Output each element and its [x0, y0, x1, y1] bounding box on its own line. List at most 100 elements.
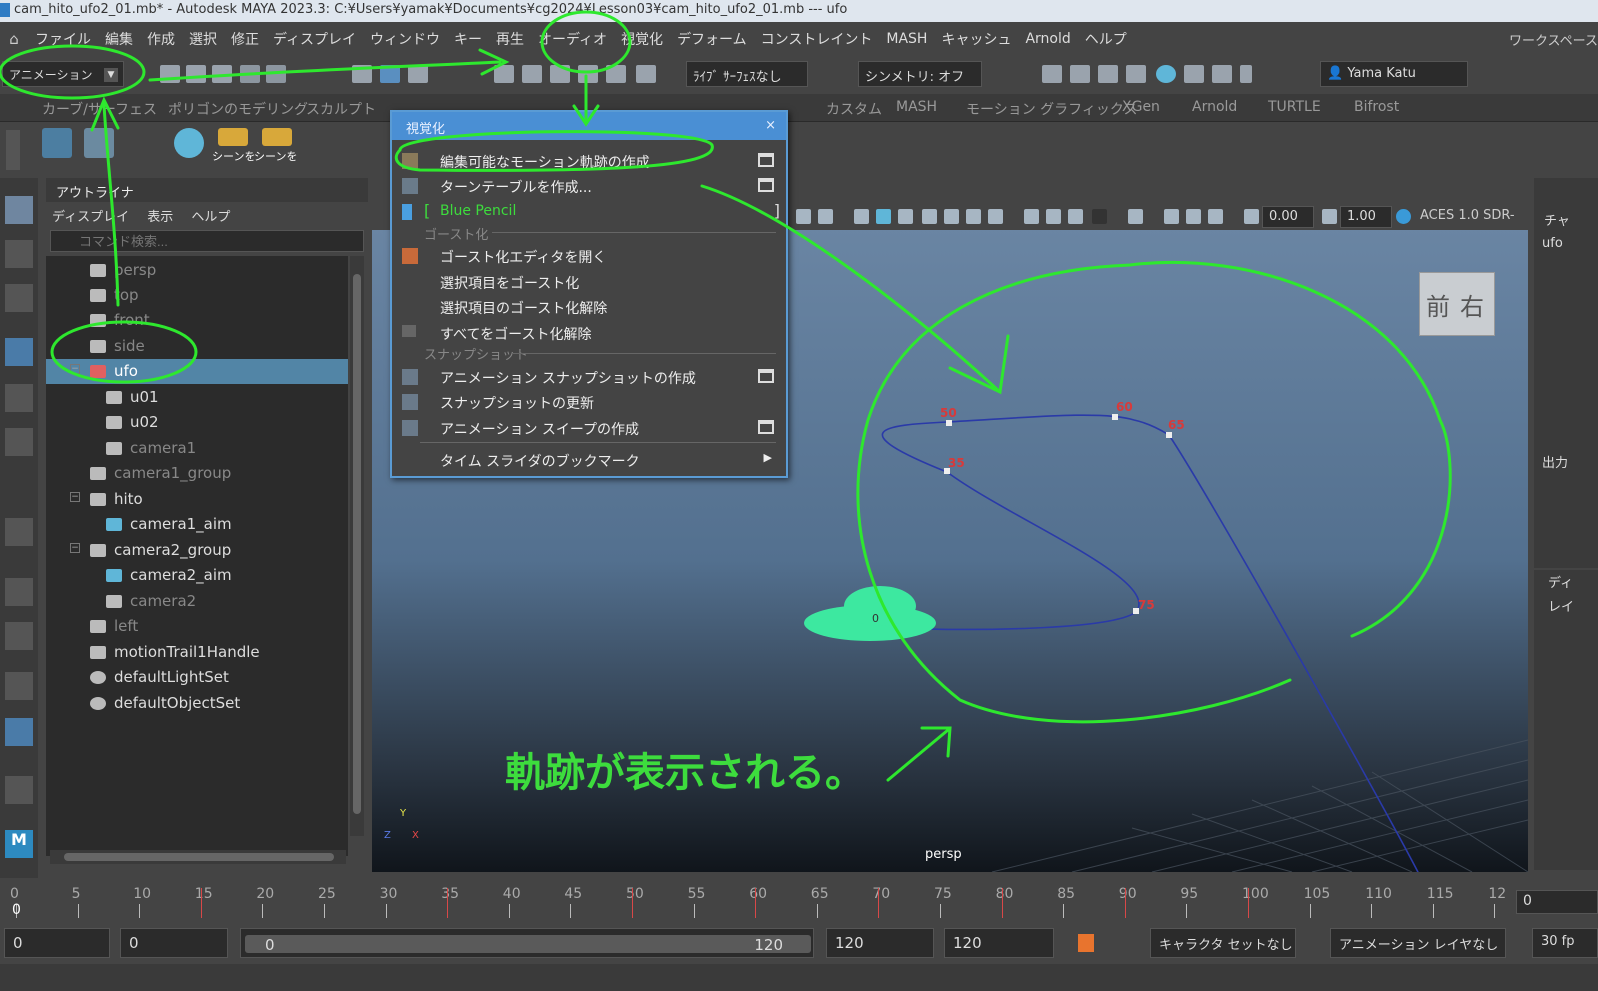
save-scene-icon[interactable] — [212, 65, 232, 83]
outliner-menu-help[interactable]: ヘルプ — [191, 210, 230, 225]
shelf-tab[interactable]: Arnold — [1192, 99, 1237, 115]
open-scene-icon[interactable] — [186, 65, 206, 83]
bookmark-icon[interactable] — [1078, 934, 1094, 952]
graph-editor-icon[interactable] — [42, 128, 72, 158]
workspace-label[interactable]: ワークスペース — [1509, 30, 1598, 49]
list-item[interactable]: defaultLightSet — [46, 665, 348, 690]
menu-file[interactable]: ファイル — [28, 29, 98, 49]
animation-start-field[interactable]: 0 — [4, 928, 110, 958]
list-item[interactable]: defaultObjectSet — [46, 691, 348, 716]
menu-item-create-anim-sweep[interactable]: アニメーション スイープの作成 — [392, 415, 786, 440]
shelf-tab[interactable]: スカルプト — [306, 99, 376, 119]
outliner-menu-show[interactable]: 表示 — [147, 210, 173, 225]
list-item[interactable]: camera1_group — [46, 461, 348, 486]
menu-help[interactable]: ヘルプ — [1078, 29, 1134, 49]
redo-icon[interactable] — [266, 65, 286, 83]
current-frame-marker[interactable]: 0 — [12, 902, 21, 918]
outliner-horizontal-scrollbar[interactable] — [50, 850, 346, 864]
menu-item-blue-pencil[interactable]: [ Blue Pencil ] — [392, 199, 786, 224]
symmetry-field[interactable]: シンメトリ: オフ — [858, 61, 982, 87]
shelf-tab[interactable]: MASH — [896, 99, 937, 115]
animation-end-field[interactable]: 120 — [944, 928, 1054, 958]
folder-icon[interactable] — [262, 128, 292, 146]
shelf-settings-icon[interactable] — [6, 130, 20, 170]
outliner-layout-icon[interactable] — [5, 718, 33, 746]
four-view-icon[interactable] — [5, 622, 33, 650]
list-item[interactable]: motionTrail1Handle — [46, 640, 348, 665]
new-scene-icon[interactable] — [160, 65, 180, 83]
menu-windows[interactable]: ウィンドウ — [363, 29, 447, 49]
snap-surface-icon[interactable] — [606, 65, 626, 83]
search-icon[interactable] — [5, 776, 33, 804]
folder-icon[interactable] — [218, 128, 248, 146]
character-set-dropdown[interactable]: キャラクタ セットなし — [1150, 928, 1296, 958]
list-item[interactable]: − hito — [46, 487, 348, 512]
shelf-tab[interactable]: XGen — [1122, 99, 1160, 115]
playback-start-field[interactable]: 0 — [120, 928, 228, 958]
menu-item-create-turntable[interactable]: ターンテーブルを作成... — [392, 173, 786, 198]
arnold-render-icon[interactable] — [1184, 65, 1204, 83]
outliner-menu-display[interactable]: ディスプレイ — [52, 210, 129, 225]
trail-key-point[interactable] — [946, 420, 952, 426]
menu-deform[interactable]: デフォーム — [670, 29, 754, 49]
collapse-icon[interactable]: − — [70, 492, 80, 502]
hypershade-icon[interactable] — [1156, 65, 1176, 83]
list-item-selected[interactable]: − ufo — [46, 359, 348, 384]
trail-key-point[interactable] — [944, 468, 950, 474]
menu-mash[interactable]: MASH — [879, 31, 934, 47]
menu-item-create-motion-trail[interactable]: 編集可能なモーション軌跡の作成 — [392, 148, 786, 173]
menu-playback[interactable]: 再生 — [489, 29, 531, 49]
menu-item-unghost-selected[interactable]: 選択項目のゴースト化解除 — [392, 294, 786, 319]
collapse-icon[interactable]: − — [70, 543, 80, 553]
menu-display[interactable]: ディスプレイ — [266, 29, 363, 49]
trail-key-point[interactable] — [1166, 432, 1172, 438]
outliner-vertical-scrollbar[interactable] — [350, 256, 364, 836]
shelf-tab-custom[interactable]: カスタム — [826, 99, 882, 119]
outliner-search-input[interactable] — [50, 230, 364, 252]
lasso-tool-icon[interactable] — [5, 240, 33, 268]
menu-cache[interactable]: キャッシュ — [934, 29, 1018, 49]
layout-icon[interactable] — [5, 518, 33, 546]
live-surface-field[interactable]: ﾗｲﾌﾞ ｻｰﾌｪｽなし — [686, 61, 808, 87]
list-item[interactable]: − camera2_group — [46, 538, 348, 563]
range-slider-bar-fill[interactable] — [245, 935, 811, 953]
single-view-icon[interactable] — [5, 578, 33, 606]
select-hierarchy-icon[interactable] — [352, 65, 372, 83]
list-item[interactable]: camera1 — [46, 436, 348, 461]
option-box-icon[interactable] — [758, 178, 774, 192]
menu-item-update-snapshot[interactable]: スナップショットの更新 — [392, 389, 786, 414]
menu-item-ghost-selected[interactable]: 選択項目をゴースト化 — [392, 269, 786, 294]
list-item[interactable]: front — [46, 308, 348, 333]
user-account-dropdown[interactable]: 👤 Yama Katu — [1320, 61, 1468, 87]
select-tool-icon[interactable] — [5, 196, 33, 224]
shelf-tab[interactable]: カーブ/サーフェス — [42, 99, 157, 119]
menu-item-create-anim-snapshot[interactable]: アニメーション スナップショットの作成 — [392, 364, 786, 389]
list-item[interactable]: camera1_aim — [46, 512, 348, 537]
option-box-icon[interactable] — [758, 153, 774, 167]
render-view-icon[interactable] — [1042, 65, 1062, 83]
list-item[interactable]: u01 — [46, 385, 348, 410]
menu-item-timeslider-bookmark[interactable]: タイム スライダのブックマーク ▶ — [392, 447, 786, 472]
scrollbar-thumb[interactable] — [353, 274, 361, 814]
two-view-icon[interactable] — [5, 672, 33, 700]
list-item[interactable]: persp — [46, 258, 348, 283]
snap-view-icon[interactable] — [578, 65, 598, 83]
menu-constrain[interactable]: コンストレイント — [754, 29, 880, 49]
time-slider[interactable]: 0 5 10 15 20 25 30 35 40 45 50 55 60 65 70 75 80 85 90 95 10… — [0, 878, 1598, 922]
list-item[interactable]: u02 — [46, 410, 348, 435]
menu-item-open-ghost-editor[interactable]: ゴースト化エディタを開く — [392, 243, 786, 268]
ipr-render-icon[interactable] — [1098, 65, 1118, 83]
scrollbar-thumb[interactable] — [64, 853, 334, 861]
move-tool-icon[interactable] — [5, 338, 33, 366]
list-item[interactable]: top — [46, 283, 348, 308]
menu-select[interactable]: 選択 — [182, 29, 224, 49]
list-item[interactable]: camera2_aim — [46, 563, 348, 588]
render-settings-icon[interactable] — [1126, 65, 1146, 83]
option-box-icon[interactable] — [758, 369, 774, 383]
menu-item-unghost-all[interactable]: すべてをゴースト化解除 — [392, 320, 786, 345]
paint-select-icon[interactable] — [5, 284, 33, 312]
current-frame-field[interactable]: 0 — [1516, 890, 1598, 914]
shelf-tab[interactable]: Bifrost — [1354, 99, 1399, 115]
home-icon[interactable]: ⌂ — [0, 30, 28, 48]
menu-set-dropdown[interactable]: アニメーション ▼ — [2, 61, 124, 87]
